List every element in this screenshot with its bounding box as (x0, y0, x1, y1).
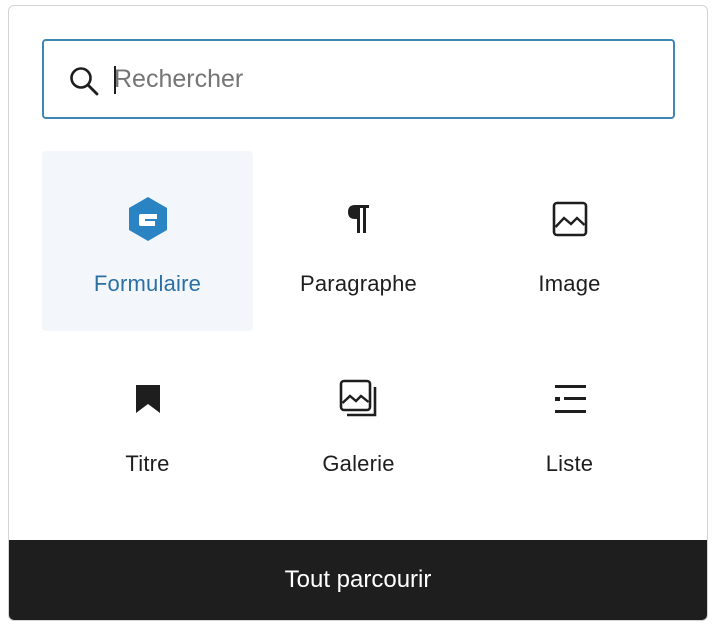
paragraph-icon (335, 195, 383, 243)
block-tile-liste[interactable]: Liste (464, 331, 675, 511)
block-tile-image[interactable]: Image (464, 151, 675, 331)
browse-all-label: Tout parcourir (284, 566, 432, 593)
block-tile-titre[interactable]: Titre (42, 331, 253, 511)
block-tile-formulaire[interactable]: Formulaire (42, 151, 253, 331)
bookmark-icon (124, 375, 172, 423)
image-icon (546, 195, 594, 243)
block-label: Liste (545, 451, 594, 476)
block-grid: Formulaire Paragraphe Image Titre Galeri… (42, 151, 675, 511)
search-input[interactable] (114, 59, 644, 99)
block-label: Image (538, 271, 601, 296)
block-label: Galerie (322, 451, 395, 476)
block-label: Formulaire (93, 271, 202, 296)
gravity-forms-icon (124, 195, 172, 243)
search-field[interactable] (42, 39, 675, 119)
search-icon (68, 65, 100, 97)
block-tile-galerie[interactable]: Galerie (253, 331, 464, 511)
browse-all-button[interactable]: Tout parcourir (9, 540, 707, 620)
block-inserter-panel: Formulaire Paragraphe Image (8, 5, 708, 621)
gallery-icon (335, 375, 383, 423)
list-icon (546, 375, 594, 423)
block-label: Titre (125, 451, 170, 476)
block-label: Paragraphe (300, 271, 417, 296)
block-tile-paragraphe[interactable]: Paragraphe (253, 151, 464, 331)
